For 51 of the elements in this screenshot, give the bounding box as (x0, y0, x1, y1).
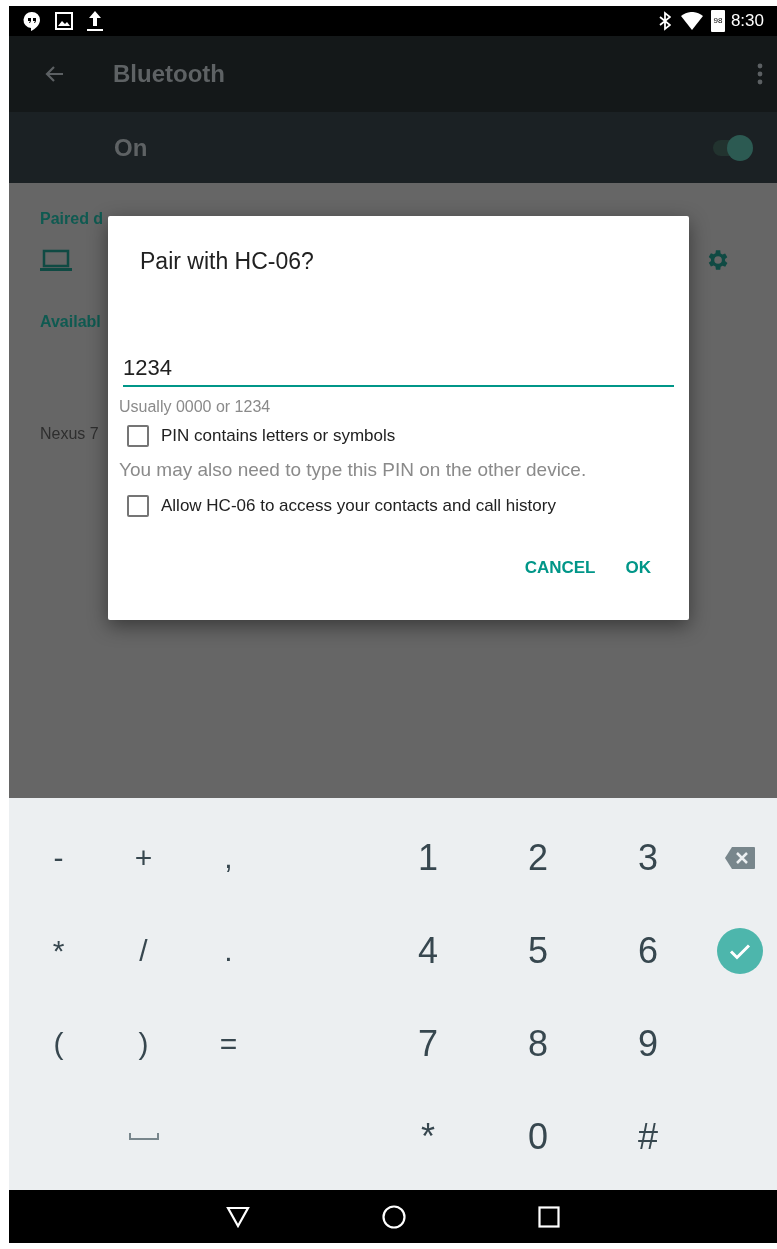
keyboard-key[interactable]: 6 (593, 904, 703, 997)
space-icon (128, 1132, 159, 1141)
keyboard-key[interactable]: = (186, 997, 271, 1090)
home-icon[interactable] (382, 1204, 406, 1229)
laptop-icon (40, 248, 72, 272)
keyboard-key[interactable]: + (101, 811, 186, 904)
dialog-title: Pair with HC-06? (140, 247, 315, 276)
toggle-switch[interactable] (711, 134, 753, 161)
checkbox[interactable] (127, 494, 149, 517)
keyboard-key[interactable]: / (101, 904, 186, 997)
checkbox-label: PIN contains letters or symbols (161, 424, 396, 447)
pin-input-field[interactable]: 1234 (123, 350, 674, 387)
keyboard-key[interactable]: . (186, 904, 271, 997)
checkbox[interactable] (127, 424, 149, 447)
keyboard-key[interactable]: ( (16, 997, 101, 1090)
keyboard-key[interactable]: # (593, 1090, 703, 1183)
keyboard-key[interactable]: 8 (483, 997, 593, 1090)
clock: 8:30 (730, 10, 764, 33)
bluetooth-icon (658, 11, 671, 31)
dialog-button[interactable]: CANCEL (516, 549, 604, 586)
switch-label: On (114, 132, 148, 163)
keyboard-key[interactable]: * (16, 904, 101, 997)
keyboard-key[interactable]: * (373, 1090, 483, 1183)
info-text: You may also need to type this PIN on the other device. (119, 458, 588, 483)
section-header: Paired d (40, 209, 105, 227)
keyboard-key[interactable]: 4 (373, 904, 483, 997)
battery-level: 98 (713, 15, 723, 27)
keyboard-key[interactable]: 0 (483, 1090, 593, 1183)
keyboard-key[interactable]: 2 (483, 811, 593, 904)
keyboard-key[interactable]: ) (101, 997, 186, 1090)
image-icon (55, 12, 73, 30)
dialog-button[interactable]: OK (617, 549, 659, 586)
backspace-icon (724, 845, 756, 870)
recents-icon[interactable] (538, 1205, 560, 1228)
section-header: Availabl (40, 312, 102, 330)
keyboard-key[interactable]: 7 (373, 997, 483, 1090)
upload-icon (87, 10, 103, 32)
chat-bubble-icon (22, 11, 42, 31)
keyboard-key[interactable]: 3 (593, 811, 703, 904)
keyboard-key[interactable]: 1 (373, 811, 483, 904)
keyboard-key[interactable]: - (16, 811, 101, 904)
check-icon (717, 927, 763, 974)
more-options-icon[interactable] (757, 63, 763, 85)
wifi-icon (680, 12, 703, 30)
keyboard-key[interactable]: 9 (593, 997, 703, 1090)
keyboard-key[interactable]: , (186, 811, 271, 904)
checkbox-label: Allow HC-06 to access your contacts and call history (161, 494, 556, 517)
back-icon[interactable] (226, 1205, 250, 1228)
keyboard-key[interactable]: 5 (483, 904, 593, 997)
hint-text: Usually 0000 or 1234 (119, 396, 272, 417)
toolbar-title: Bluetooth (113, 59, 225, 89)
